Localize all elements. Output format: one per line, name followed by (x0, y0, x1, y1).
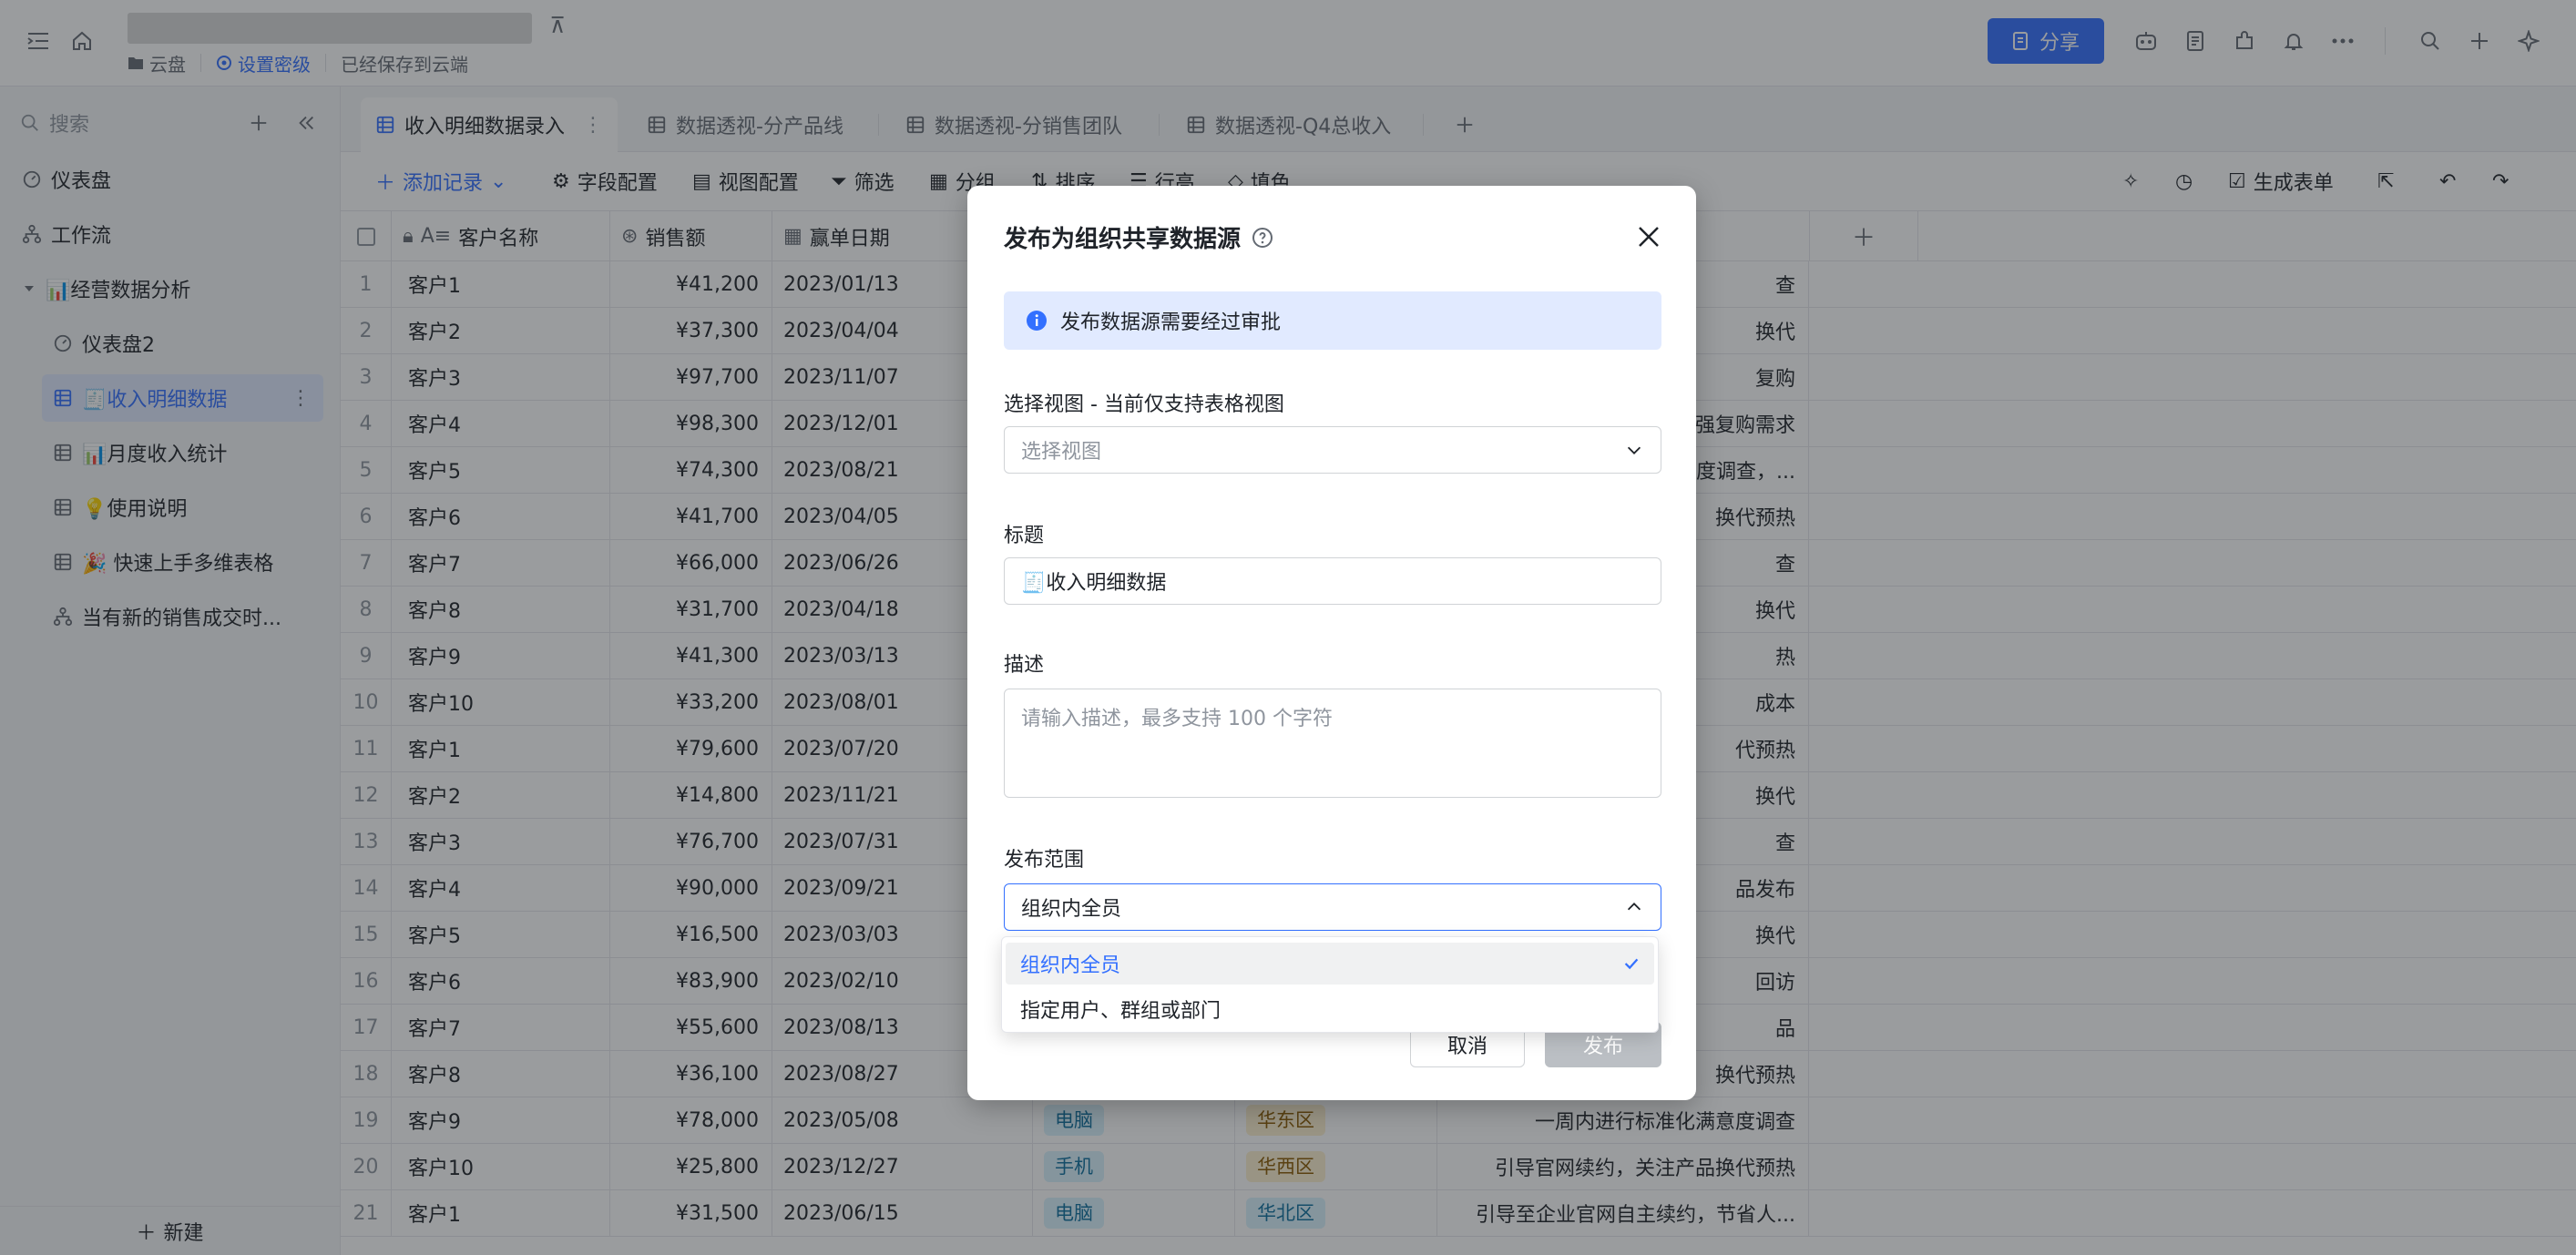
scope-select[interactable]: 组织内全员 (1004, 883, 1661, 931)
app-window: ⊼ 云盘 设置密级 已经保存到云端 分享 搜索 仪表盘 工作流 📊经营数据分析 … (0, 0, 2576, 1255)
description-field[interactable]: 请输入描述，最多支持 100 个字符 (1004, 689, 1661, 798)
scope-option-all-members[interactable]: 组织内全员 (1006, 943, 1654, 985)
description-label: 描述 (1004, 654, 1045, 677)
chevron-up-icon (1627, 903, 1641, 911)
title-label: 标题 (1004, 525, 1045, 547)
view-select-label: 选择视图 - 当前仅支持表格视图 (1004, 393, 1284, 416)
info-icon (1027, 311, 1047, 331)
dialog-title: 发布为组织共享数据源 (1004, 220, 1273, 254)
close-icon[interactable] (1630, 219, 1667, 255)
checkmark-icon (1624, 958, 1639, 970)
scope-option-specific[interactable]: 指定用户、群组或部门 (1006, 988, 1654, 1030)
approval-alert: 发布数据源需要经过审批 (1004, 291, 1661, 350)
title-field[interactable]: 🧾收入明细数据 (1004, 557, 1661, 605)
chevron-down-icon (1627, 446, 1641, 454)
help-icon[interactable] (1252, 227, 1273, 249)
scope-label: 发布范围 (1004, 849, 1085, 872)
view-select[interactable]: 选择视图 (1004, 426, 1661, 474)
scope-dropdown-menu: 组织内全员 指定用户、群组或部门 (1001, 936, 1659, 1033)
